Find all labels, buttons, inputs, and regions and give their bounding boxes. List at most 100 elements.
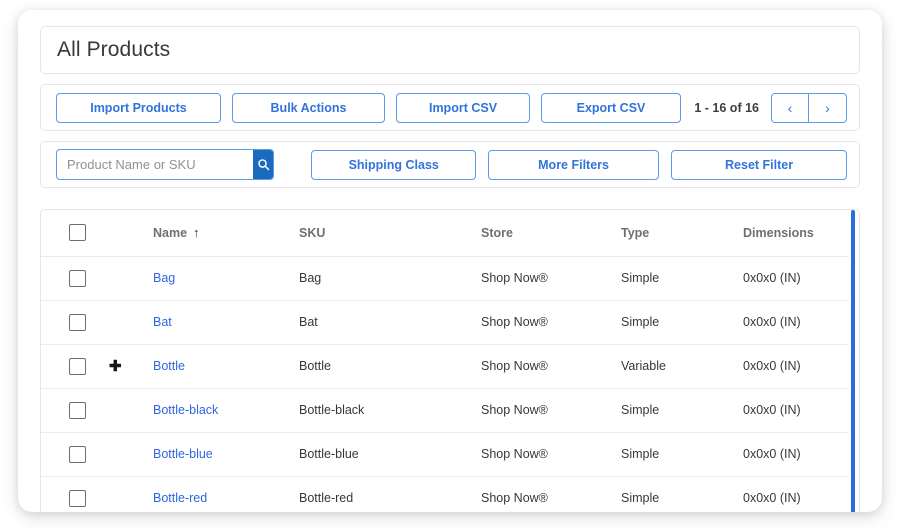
row-type-cell: Simple (621, 388, 743, 433)
row-select-cell (41, 344, 109, 389)
products-table: Name ↑ SKU Store Type Dimensions Bag Bag (41, 210, 859, 512)
row-checkbox[interactable] (69, 401, 86, 419)
table-head: Name ↑ SKU Store Type Dimensions (41, 210, 859, 257)
row-type-cell: Simple (621, 256, 743, 301)
row-checkbox[interactable] (69, 489, 86, 507)
table-scrollbar-thumb[interactable] (851, 210, 855, 512)
row-store-cell: Shop Now® (481, 476, 621, 512)
row-dimensions-cell: 0x0x0 (IN) (743, 432, 859, 477)
table-row: Bottle-red Bottle-red Shop Now® Simple 0… (41, 476, 859, 512)
row-expander-cell: ✚ (109, 344, 153, 389)
row-expander-cell (109, 476, 153, 512)
row-store-cell: Shop Now® (481, 388, 621, 433)
page-root: All Products Import Products Bulk Action… (0, 0, 900, 529)
product-name-link[interactable]: Bottle (153, 359, 185, 373)
row-store-cell: Shop Now® (481, 256, 621, 301)
row-type-cell: Variable (621, 344, 743, 389)
row-type-cell: Simple (621, 476, 743, 512)
chevron-left-icon: ‹ (787, 99, 793, 116)
row-checkbox[interactable] (69, 269, 86, 287)
import-products-button[interactable]: Import Products (56, 92, 221, 123)
select-all-header (41, 210, 109, 257)
pagination-range-label: 1 - 16 of 16 (694, 100, 759, 115)
reset-filter-button[interactable]: Reset Filter (671, 149, 848, 180)
products-card: All Products Import Products Bulk Action… (18, 10, 882, 512)
row-checkbox[interactable] (69, 445, 86, 463)
row-name-cell: Bat (153, 300, 299, 345)
table-row: Bag Bag Shop Now® Simple 0x0x0 (IN) (41, 256, 859, 301)
product-name-link[interactable]: Bag (153, 271, 175, 285)
import-csv-button[interactable]: Import CSV (396, 92, 530, 123)
search-field-group (56, 149, 275, 180)
table-body: Bag Bag Shop Now® Simple 0x0x0 (IN) Bat … (41, 256, 859, 512)
row-sku-cell: Bottle-black (299, 388, 481, 433)
row-select-cell (41, 256, 109, 301)
row-expander-cell (109, 300, 153, 345)
row-expander-cell (109, 432, 153, 477)
bulk-actions-button[interactable]: Bulk Actions (232, 92, 385, 123)
table-vertical-scrollbar[interactable] (849, 210, 858, 512)
row-select-cell (41, 388, 109, 433)
card-inner: All Products Import Products Bulk Action… (40, 26, 860, 188)
row-store-cell: Shop Now® (481, 432, 621, 477)
row-type-cell: Simple (621, 300, 743, 345)
row-checkbox[interactable] (69, 313, 86, 331)
column-header-store[interactable]: Store (481, 210, 621, 257)
more-filters-button[interactable]: More Filters (488, 149, 660, 180)
shipping-class-button[interactable]: Shipping Class (311, 149, 476, 180)
sort-ascending-icon: ↑ (193, 225, 200, 241)
row-dimensions-cell: 0x0x0 (IN) (743, 388, 859, 433)
row-dimensions-cell: 0x0x0 (IN) (743, 256, 859, 301)
row-select-cell (41, 300, 109, 345)
row-sku-cell: Bat (299, 300, 481, 345)
export-csv-button[interactable]: Export CSV (541, 92, 681, 123)
column-header-dimensions[interactable]: Dimensions (743, 210, 859, 257)
search-input[interactable] (57, 150, 253, 179)
row-dimensions-cell: 0x0x0 (IN) (743, 476, 859, 512)
row-select-cell (41, 476, 109, 512)
column-header-sku[interactable]: SKU (299, 210, 481, 257)
row-name-cell: Bottle (153, 344, 299, 389)
column-header-type[interactable]: Type (621, 210, 743, 257)
row-sku-cell: Bag (299, 256, 481, 301)
table-header-row: Name ↑ SKU Store Type Dimensions (41, 210, 859, 257)
row-dimensions-cell: 0x0x0 (IN) (743, 300, 859, 345)
expand-row-icon[interactable]: ✚ (109, 359, 122, 374)
table-row: Bottle-blue Bottle-blue Shop Now® Simple… (41, 432, 859, 477)
row-name-cell: Bag (153, 256, 299, 301)
product-name-link[interactable]: Bottle-blue (153, 447, 213, 461)
pagination-prev-button[interactable]: ‹ (771, 92, 809, 123)
row-name-cell: Bottle-black (153, 388, 299, 433)
row-sku-cell: Bottle-blue (299, 432, 481, 477)
search-button[interactable] (253, 150, 274, 179)
row-type-cell: Simple (621, 432, 743, 477)
pagination-next-button[interactable]: › (809, 92, 847, 123)
table-row: Bottle-black Bottle-black Shop Now® Simp… (41, 388, 859, 433)
column-header-name[interactable]: Name ↑ (153, 210, 299, 257)
row-name-cell: Bottle-red (153, 476, 299, 512)
row-select-cell (41, 432, 109, 477)
chevron-right-icon: › (825, 99, 830, 116)
filter-bar: Shipping Class More Filters Reset Filter (40, 141, 860, 188)
search-icon (257, 159, 269, 171)
table-row: Bat Bat Shop Now® Simple 0x0x0 (IN) (41, 300, 859, 345)
row-store-cell: Shop Now® (481, 344, 621, 389)
row-expander-cell (109, 388, 153, 433)
pagination: 1 - 16 of 16 ‹ › (694, 92, 847, 123)
product-name-link[interactable]: Bottle-red (153, 491, 207, 505)
row-name-cell: Bottle-blue (153, 432, 299, 477)
column-header-name-label: Name (153, 226, 188, 241)
product-name-link[interactable]: Bottle-black (153, 403, 218, 417)
row-dimensions-cell: 0x0x0 (IN) (743, 344, 859, 389)
row-sku-cell: Bottle (299, 344, 481, 389)
select-all-checkbox[interactable] (69, 224, 86, 242)
page-title: All Products (57, 38, 171, 61)
page-title-panel: All Products (40, 26, 860, 74)
row-expander-cell (109, 256, 153, 301)
product-name-link[interactable]: Bat (153, 315, 172, 329)
row-checkbox[interactable] (69, 357, 86, 375)
row-sku-cell: Bottle-red (299, 476, 481, 512)
toolbar: Import Products Bulk Actions Import CSV … (40, 84, 860, 131)
row-store-cell: Shop Now® (481, 300, 621, 345)
products-table-panel: Name ↑ SKU Store Type Dimensions Bag Bag (40, 209, 860, 512)
